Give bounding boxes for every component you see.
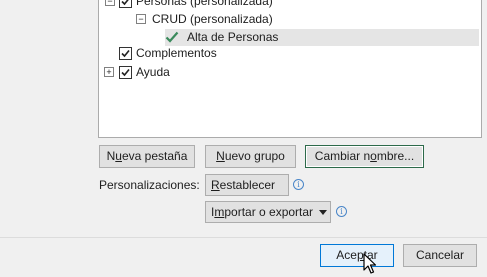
collapse-icon[interactable]: − [105,0,115,6]
accept-button[interactable]: Aceptar [320,244,394,267]
accelerator-key: m [214,205,225,219]
tree-item-label: Personas (personalizada) [136,0,273,8]
footer-separator [0,237,487,238]
expand-icon[interactable]: + [104,67,114,77]
mouse-cursor-icon [363,253,377,274]
new-tab-button[interactable]: Nueva pestaña [99,145,195,168]
button-label: eva pestaña [121,149,188,163]
ribbon-tree-panel[interactable]: − Personas (personalizada) − CRUD (perso… [98,0,482,138]
rename-button[interactable]: Cambiar nombre... [305,145,424,168]
command-checkmark-icon [165,31,179,43]
tree-item-label: Ayuda [136,65,170,79]
reset-info-icon[interactable]: i [293,179,304,190]
checkmark-icon [121,0,129,6]
button-label: N [106,149,116,163]
cancel-button[interactable]: Cancelar [403,244,477,267]
tree-item-label: Complementos [136,46,217,60]
chevron-down-icon [319,210,328,216]
button-label: Cambiar n [314,149,371,163]
reset-dropdown[interactable]: Restablecer [205,174,289,209]
import-export-info-icon[interactable]: i [336,206,347,217]
dropdown-label: portar o exportar [224,205,314,219]
accelerator-key: R [211,178,220,192]
button-label: Ace [336,248,357,262]
tree-item-label: CRUD (personalizada) [152,12,273,26]
checkbox-ayuda[interactable] [119,66,132,79]
button-label: uevo grupo [224,149,285,163]
checkbox-complementos[interactable] [119,47,132,60]
accelerator-key: u [115,149,122,163]
checkmark-icon [121,49,130,58]
accelerator-key: o [370,149,377,163]
customizations-label: Personalizaciones: [99,178,200,192]
import-export-dropdown[interactable]: Importar o exportar [205,201,331,223]
dropdown-label: establecer [219,178,276,192]
checkbox-personas[interactable] [119,0,132,8]
tree-item-alta-personas[interactable]: Alta de Personas [165,29,479,46]
button-label: mbre... [376,149,415,163]
collapse-icon[interactable]: − [136,14,146,24]
accelerator-key: N [216,149,225,163]
tree-item-label: Alta de Personas [187,30,279,44]
new-group-button[interactable]: Nuevo grupo [205,145,296,168]
checkmark-icon [121,68,130,77]
